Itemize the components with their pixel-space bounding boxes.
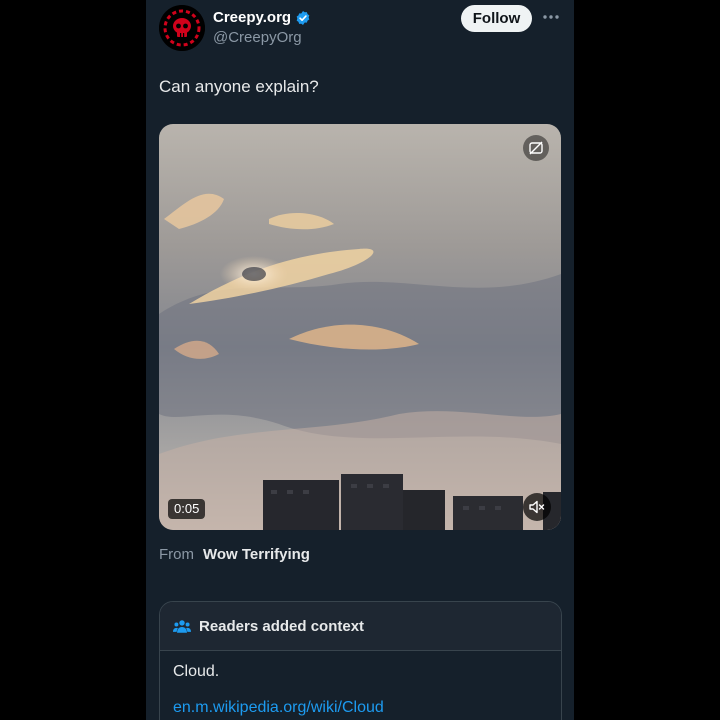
video-duration: 0:05	[168, 499, 206, 519]
author-handle[interactable]: @CreepyOrg	[213, 29, 302, 46]
author-name[interactable]: Creepy.org	[213, 9, 291, 26]
community-note-link[interactable]: en.m.wikipedia.org/wiki/Cloud	[173, 699, 384, 717]
community-note-header[interactable]: Readers added context	[160, 602, 561, 651]
community-note-text: Cloud.	[173, 663, 220, 680]
sensitive-media-icon[interactable]	[523, 135, 549, 161]
speaker-muted-icon	[529, 500, 545, 514]
author-name-row[interactable]: Creepy.org	[213, 9, 311, 26]
people-icon	[173, 619, 191, 633]
verified-badge-icon	[296, 10, 310, 25]
more-options-icon[interactable]	[542, 10, 560, 24]
skull-logo-icon	[159, 5, 205, 51]
tweet-text: Can anyone explain?	[159, 77, 319, 96]
follow-button[interactable]: Follow	[461, 5, 532, 32]
tweet-panel: Creepy.org @CreepyOrg Follow Can anyone …	[146, 0, 574, 720]
community-note-title: Readers added context	[199, 617, 365, 635]
community-note: Readers added context Cloud. en.m.wikipe…	[159, 601, 562, 720]
source-account-link[interactable]: Wow Terrifying	[203, 546, 310, 563]
from-label: From	[159, 546, 194, 563]
mute-button[interactable]	[523, 493, 551, 521]
video-source: From Wow Terrifying	[159, 546, 310, 563]
video-player[interactable]: 0:05	[159, 124, 561, 530]
sky-video-frame	[159, 193, 561, 530]
avatar[interactable]	[159, 5, 205, 51]
